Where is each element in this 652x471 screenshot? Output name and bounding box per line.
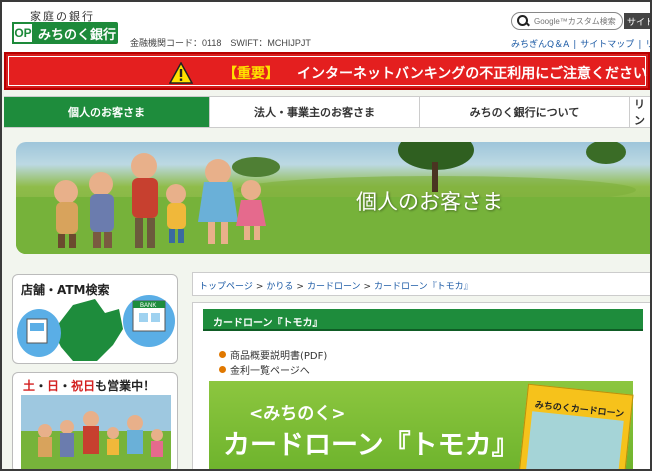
product-summary-pdf-link[interactable]: 商品概要説明書(PDF) <box>230 347 327 362</box>
links-link[interactable]: リン <box>645 40 650 50</box>
atm-search-box[interactable]: 店舗・ATM検索 BANK <box>12 274 178 364</box>
main-content: カードローン『トモカ』 商品概要説明書(PDF) 金利一覧ページへ <みちのく>… <box>192 302 650 469</box>
bank-code: 金融機関コード：0118 SWIFT：MCHIJPJT <box>130 38 311 48</box>
search-box <box>511 12 623 30</box>
weekend-open-box[interactable]: 土・日・祝日も営業中！ <box>12 372 178 469</box>
section-heading: カードローン『トモカ』 <box>203 309 643 331</box>
util-separator: | <box>573 40 577 50</box>
hero-illustration <box>16 142 650 254</box>
bullet-icon <box>219 366 226 373</box>
sitemap-link[interactable]: サイトマップ <box>580 40 634 50</box>
brochure-image: みちのくカードローン <box>518 383 634 469</box>
nav-about[interactable]: みちのく銀行について <box>420 97 630 127</box>
hero-banner: 個人のお客さま <box>16 142 650 254</box>
nav-personal[interactable]: 個人のお客さま <box>4 97 210 127</box>
alert-text: 【重要】 インターネットバンキングの不正利用にご注意ください <box>223 63 647 83</box>
main-nav: 個人のお客さま 法人・事業主のお客さま みちのく銀行について リン <box>4 96 650 128</box>
alert-message: インターネットバンキングの不正利用にご注意ください <box>297 66 647 82</box>
list-item: 金利一覧ページへ <box>219 362 327 377</box>
weekend-illustration <box>21 395 171 469</box>
logo-mark-icon: OP <box>12 22 34 44</box>
qa-link[interactable]: みちぎんQ＆A <box>511 40 569 50</box>
breadcrumb: トップページ > かりる > カードローン > カードローン『トモカ』 <box>199 282 473 292</box>
brochure-illustration <box>525 411 624 469</box>
breadcrumb-item[interactable]: カードローン『トモカ』 <box>374 282 473 292</box>
security-alert-banner[interactable]: 【重要】 インターネットバンキングの不正利用にご注意ください <box>4 52 650 90</box>
section-title: カードローン『トモカ』 <box>213 318 323 329</box>
atm-map-illustration: BANK <box>17 295 175 361</box>
bank-sign-text: BANK <box>140 303 156 309</box>
list-item: 商品概要説明書(PDF) <box>219 347 327 362</box>
breadcrumb-item[interactable]: かりる <box>266 282 293 292</box>
document-links: 商品概要説明書(PDF) 金利一覧ページへ <box>219 347 327 377</box>
search-icon <box>516 14 528 28</box>
banner-subtitle: <みちのく> <box>249 404 346 424</box>
site-header: 家庭の銀行 OP みちのく銀行 金融機関コード：0118 SWIFT：MCHIJ… <box>2 2 650 52</box>
search-button[interactable]: サイト <box>624 13 650 29</box>
nav-links[interactable]: リン <box>630 97 650 127</box>
interest-rate-link[interactable]: 金利一覧ページへ <box>230 362 310 377</box>
warning-icon <box>169 62 193 84</box>
product-banner[interactable]: <みちのく> カードローン『トモカ』 みちのくカードローン <box>209 381 634 469</box>
site-logo[interactable]: OP みちのく銀行 <box>12 22 118 44</box>
breadcrumb-box: トップページ > かりる > カードローン > カードローン『トモカ』 <box>192 272 650 296</box>
hero-title: 個人のお客さま <box>356 190 503 214</box>
alert-badge: 【重要】 <box>223 66 279 82</box>
bullet-icon <box>219 351 226 358</box>
banner-title: カードローン『トモカ』 <box>223 430 519 461</box>
util-separator: | <box>638 40 642 50</box>
logo-text: みちのく銀行 <box>38 27 117 43</box>
utility-links: みちぎんQ＆A|サイトマップ|リン <box>511 37 650 50</box>
breadcrumb-item[interactable]: カードローン <box>307 282 361 292</box>
browser-viewport: 家庭の銀行 OP みちのく銀行 金融機関コード：0118 SWIFT：MCHIJ… <box>0 0 652 471</box>
nav-business[interactable]: 法人・事業主のお客さま <box>210 97 420 127</box>
breadcrumb-item[interactable]: トップページ <box>199 282 253 292</box>
weekend-open-title: 土・日・祝日も営業中！ <box>23 379 156 393</box>
alert-inner: 【重要】 インターネットバンキングの不正利用にご注意ください <box>8 56 647 86</box>
search-input[interactable] <box>534 16 622 26</box>
